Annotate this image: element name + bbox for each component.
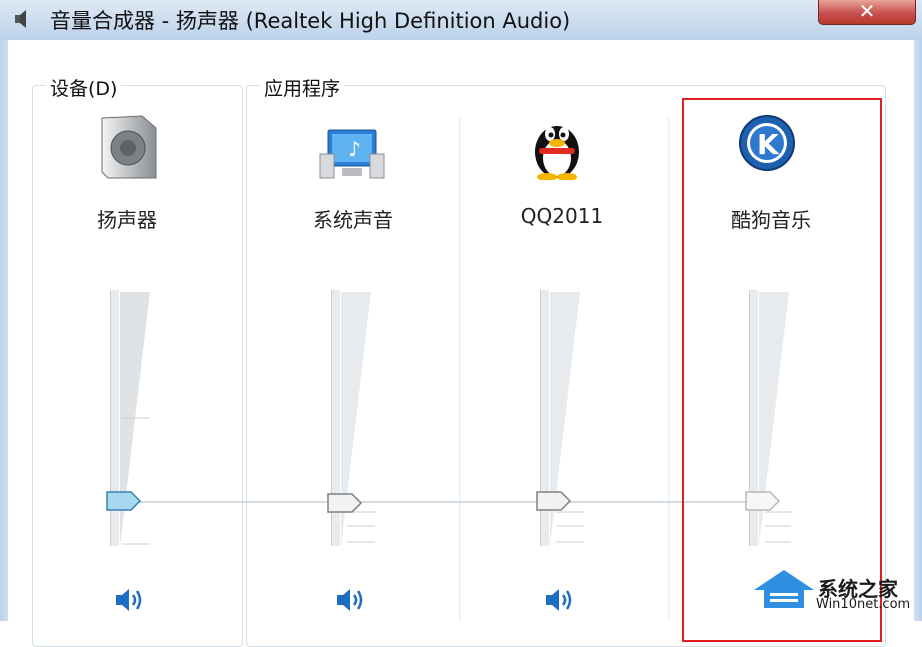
close-button[interactable]: ✕ [818, 0, 916, 25]
column-divider [668, 118, 670, 621]
column-divider [459, 118, 461, 621]
channel-label-speakers: 扬声器 [97, 208, 157, 232]
mute-speakers-icon[interactable] [114, 586, 146, 614]
mute-qq2011-icon[interactable] [544, 586, 576, 614]
volume-slider-thumb-qq2011[interactable] [535, 490, 573, 512]
channel-label-system-sounds: 系统声音 [313, 208, 393, 232]
peak-meter-line [120, 501, 760, 503]
volume-slider-thumb-speakers[interactable] [105, 490, 143, 512]
speaker-app-icon [15, 10, 26, 28]
watermark-url: Win10net.com [816, 597, 911, 612]
window-frame-right [914, 40, 922, 621]
speaker-device-icon [101, 115, 157, 179]
qq-penguin-icon [535, 126, 579, 180]
watermark-house-logo-icon [754, 570, 814, 608]
volume-slider-thumb-system-sounds[interactable] [326, 492, 364, 514]
svg-text:♪: ♪ [348, 137, 361, 161]
channel-label-qq2011: QQ2011 [520, 204, 604, 228]
device-group-label: 设备(D) [46, 74, 122, 101]
system-sounds-icon: ♪ [319, 129, 385, 179]
title-bar: 音量合成器 - 扬声器 (Realtek High Definition Aud… [0, 0, 922, 40]
highlight-annotation-box [682, 98, 882, 642]
mute-system-sounds-icon[interactable] [335, 586, 367, 614]
volume-tick-marks [122, 417, 150, 545]
applications-group-label: 应用程序 [260, 74, 345, 101]
window-frame-left [0, 40, 8, 621]
window-title: 音量合成器 - 扬声器 (Realtek High Definition Aud… [50, 9, 571, 33]
